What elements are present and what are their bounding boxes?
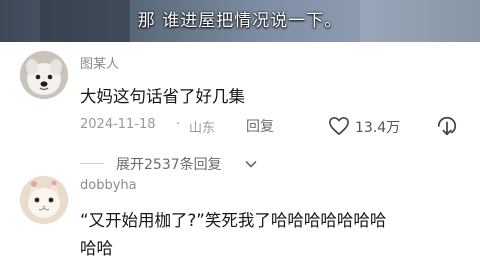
comment-text: 大妈这句话省了好几集 [80,87,245,106]
comment-username[interactable]: dobbyha [80,178,137,193]
like-count: 13.4万 [355,120,401,136]
comment-text-line: “又开始用枷了?”笑死我了哈哈哈哈哈哈哈 [80,211,387,230]
comment-date: 2024-11-18 [80,117,156,132]
expand-replies-label: 展开2537条回复 [116,157,222,173]
comment-location: 山东 [189,121,216,136]
video-subtitle: 那 谁进屋把情况说一下。 [137,11,343,31]
avatar[interactable] [20,51,68,99]
comment-text-line: 哈哈 [80,239,113,258]
comment-username[interactable]: 图某人 [80,53,119,72]
expand-replies-button[interactable]: 展开2537条回复 [116,154,222,174]
dislike-icon[interactable] [436,115,458,137]
reply-button[interactable]: 回复 [246,116,274,136]
dog-avatar-image [20,51,68,99]
meta-separator: · [176,117,181,132]
avatar[interactable] [20,176,68,224]
heart-outline-icon[interactable] [328,116,350,136]
chevron-down-icon[interactable] [244,157,258,171]
cat-avatar-image [20,176,68,224]
video-frame[interactable]: 那 谁进屋把情况说一下。 [0,0,480,42]
reply-divider [80,163,104,164]
